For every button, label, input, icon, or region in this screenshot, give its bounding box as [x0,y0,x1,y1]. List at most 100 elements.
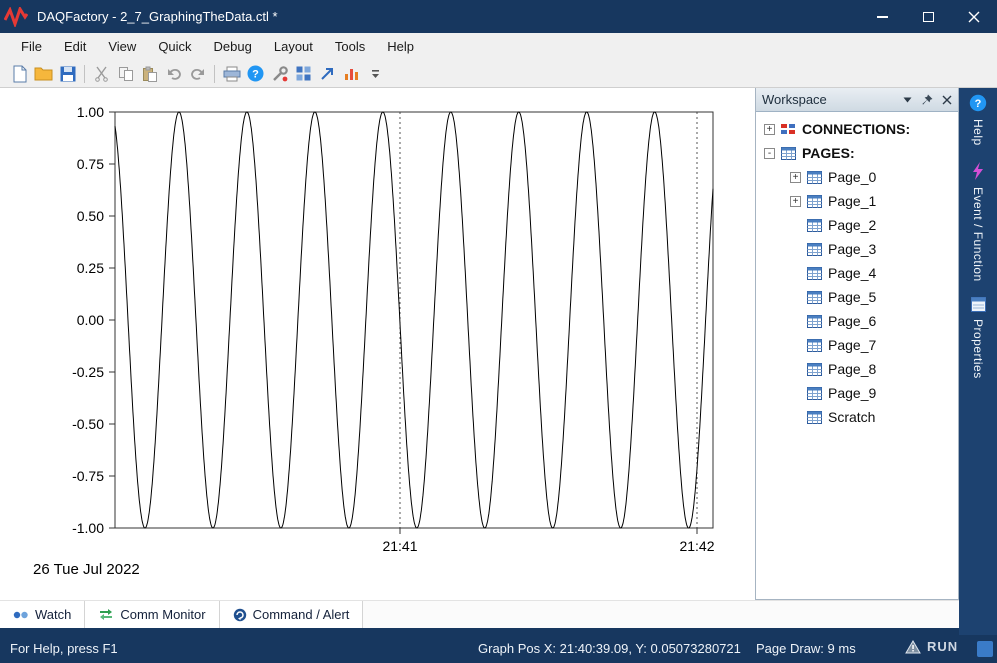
command-alert-icon [233,608,247,622]
workspace-header: Workspace [756,88,958,112]
page-icon [807,219,822,232]
connections-icon [781,123,796,136]
waveform-chart[interactable]: 21:4121:421.000.750.500.250.00-0.25-0.50… [8,88,756,600]
page-icon [807,387,822,400]
app-logo-icon [4,6,30,28]
tree-item-label: Page_8 [828,361,876,377]
tree-item-scratch[interactable]: Scratch [756,405,958,429]
side-tab-help[interactable]: ? Help [969,94,987,146]
redo-icon[interactable] [186,62,209,85]
svg-text:-0.75: -0.75 [72,468,104,484]
svg-text:0.75: 0.75 [77,156,104,172]
maximize-icon [923,12,934,22]
page-icon [807,411,822,424]
tree-item-page-0[interactable]: +Page_0 [756,165,958,189]
minimize-icon [877,16,888,18]
undo-icon[interactable] [162,62,185,85]
lightning-icon [972,162,984,180]
dock-tab-watch[interactable]: Watch [0,601,85,628]
svg-text:0.25: 0.25 [77,260,104,276]
expand-icon[interactable]: + [764,124,775,135]
tree-item-page-5[interactable]: Page_5 [756,285,958,309]
graph-position-readout: Graph Pos X: 21:40:39.09, Y: 0.050732807… [478,641,741,656]
dock-tab-command-alert[interactable]: Command / Alert [220,601,364,628]
side-tab-event-function[interactable]: Event / Function [971,162,985,282]
window-title: DAQFactory - 2_7_GraphingTheData.ctl * [37,9,278,24]
expand-icon[interactable]: + [790,172,801,183]
tree-item-label: Page_5 [828,289,876,305]
svg-text:0.00: 0.00 [77,312,104,328]
toolbar-separator [214,65,215,83]
tree-item-page-1[interactable]: +Page_1 [756,189,958,213]
toolbar-separator [84,65,85,83]
tree-spacer [790,220,801,231]
resize-grip[interactable] [977,641,993,657]
right-tab-strip: ? Help Event / Function Properties [959,88,997,635]
dock-tab-comm-monitor[interactable]: Comm Monitor [85,601,219,628]
tree-item-label: Page_2 [828,217,876,233]
dock-tab-label: Command / Alert [253,607,350,622]
tree-item-pages[interactable]: -PAGES: [756,141,958,165]
more-icon[interactable] [364,62,387,85]
menu-view[interactable]: View [97,35,147,58]
status-help-text: For Help, press F1 [10,641,118,656]
copy-icon[interactable] [114,62,137,85]
tree-item-page-3[interactable]: Page_3 [756,237,958,261]
open-folder-icon[interactable] [32,62,55,85]
tree-item-label: Page_6 [828,313,876,329]
page-icon [807,243,822,256]
run-indicator[interactable]: RUN [905,639,958,654]
page-draw-readout: Page Draw: 9 ms [756,641,856,656]
tree-item-label: Page_4 [828,265,876,281]
close-icon[interactable] [942,95,952,105]
close-button[interactable] [951,0,997,33]
export-chart-icon[interactable] [316,62,339,85]
side-tab-label: Properties [971,319,985,379]
side-tab-properties[interactable]: Properties [971,297,986,379]
cut-icon[interactable] [90,62,113,85]
components-icon[interactable] [292,62,315,85]
tree-item-page-2[interactable]: Page_2 [756,213,958,237]
print-icon[interactable] [220,62,243,85]
paste-icon[interactable] [138,62,161,85]
tree-item-label: CONNECTIONS: [802,121,910,137]
expand-icon[interactable]: + [790,196,801,207]
window-controls [859,0,997,33]
comm-monitor-icon [98,608,114,621]
save-icon[interactable] [56,62,79,85]
tree-item-connections[interactable]: + CONNECTIONS: [756,117,958,141]
menu-bar: FileEditViewQuickDebugLayoutToolsHelp [0,33,997,60]
menu-layout[interactable]: Layout [263,35,324,58]
menu-tools[interactable]: Tools [324,35,376,58]
tree-item-label: Scratch [828,409,875,425]
tree-spacer [790,244,801,255]
menu-edit[interactable]: Edit [53,35,97,58]
side-tab-label: Help [971,119,985,146]
tree-item-page-9[interactable]: Page_9 [756,381,958,405]
pin-icon[interactable] [921,94,933,106]
bar-chart-icon[interactable] [340,62,363,85]
tools-icon[interactable] [268,62,291,85]
chevron-down-icon[interactable] [903,96,912,103]
page-icon [807,363,822,376]
help-icon[interactable]: ? [244,62,267,85]
tree-item-page-8[interactable]: Page_8 [756,357,958,381]
svg-text:?: ? [975,98,982,110]
toolbar: ? [0,60,997,88]
tree-item-label: Page_3 [828,241,876,257]
dock-divider [0,628,959,635]
workspace-panel: Workspace +CONNECTIONS:-PAGES:+Page_0+Pa… [755,88,959,600]
tree-item-page-7[interactable]: Page_7 [756,333,958,357]
maximize-button[interactable] [905,0,951,33]
new-file-icon[interactable] [8,62,31,85]
tree-item-page-4[interactable]: Page_4 [756,261,958,285]
menu-quick[interactable]: Quick [147,35,202,58]
tree-spacer [790,340,801,351]
tree-item-page-6[interactable]: Page_6 [756,309,958,333]
menu-debug[interactable]: Debug [203,35,263,58]
workspace-tree: + CONNECTIONS: -PAGES:+Page_0+Page_1 Page_2… [756,112,958,429]
collapse-icon[interactable]: - [764,148,775,159]
menu-file[interactable]: File [10,35,53,58]
menu-help[interactable]: Help [376,35,425,58]
minimize-button[interactable] [859,0,905,33]
